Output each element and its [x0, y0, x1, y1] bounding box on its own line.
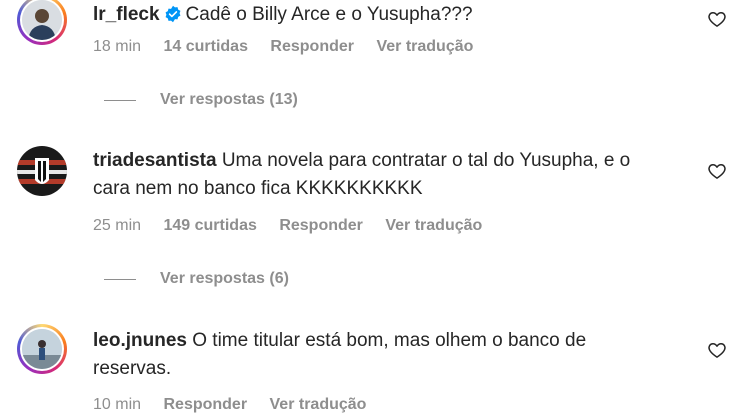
team-crest-icon [17, 146, 67, 196]
avatar[interactable] [17, 324, 67, 374]
replies-divider [104, 99, 136, 101]
likes-count[interactable]: 149 curtidas [163, 217, 256, 234]
user-photo-icon [22, 329, 62, 369]
comment-text: triadesantista Uma novela para contratar… [93, 147, 693, 203]
view-replies-button[interactable]: Ver respostas (6) [104, 270, 289, 288]
comment-body-continued: reservas. [93, 358, 172, 379]
comment-meta: 10 min Responder Ver tradução [93, 396, 384, 414]
reply-button[interactable]: Responder [270, 38, 354, 55]
heart-outline-icon[interactable] [707, 161, 727, 181]
verified-badge-icon [165, 5, 180, 23]
comment-body: Cadê o Billy Arce e o Yusupha??? [185, 4, 473, 25]
username-link[interactable]: lr_fleck [93, 4, 160, 25]
user-photo-icon [22, 0, 62, 40]
comment-time: 25 min [93, 217, 142, 234]
comment-body: O time titular está bom, mas olhem o ban… [192, 330, 587, 351]
comment-body-continued: cara nem no banco fica KKKKKKKKKK [93, 178, 423, 199]
see-translation-button[interactable]: Ver tradução [376, 38, 473, 55]
username-link[interactable]: triadesantista [93, 150, 217, 171]
comment-time: 18 min [93, 38, 142, 55]
comment-meta: 25 min 149 curtidas Responder Ver traduç… [93, 217, 500, 235]
heart-outline-icon[interactable] [707, 9, 727, 29]
username-link[interactable]: leo.jnunes [93, 330, 187, 351]
see-translation-button[interactable]: Ver tradução [270, 396, 367, 413]
comment-meta: 18 min 14 curtidas Responder Ver traduçã… [93, 38, 491, 56]
replies-divider [104, 278, 136, 280]
avatar[interactable] [17, 0, 67, 45]
view-replies-label: Ver respostas (13) [160, 91, 298, 108]
comment-text: leo.jnunes O time titular está bom, mas … [93, 327, 693, 383]
view-replies-label: Ver respostas (6) [160, 270, 289, 287]
comment-time: 10 min [93, 396, 142, 413]
comment-body: Uma novela para contratar o tal do Yusup… [221, 150, 631, 171]
heart-outline-icon[interactable] [707, 340, 727, 360]
likes-count[interactable]: 14 curtidas [163, 38, 247, 55]
avatar[interactable] [17, 146, 67, 196]
reply-button[interactable]: Responder [279, 217, 363, 234]
view-replies-button[interactable]: Ver respostas (13) [104, 91, 298, 109]
reply-button[interactable]: Responder [163, 396, 247, 413]
comment-text: lr_fleck Cadê o Billy Arce e o Yusupha??? [93, 1, 693, 29]
see-translation-button[interactable]: Ver tradução [385, 217, 482, 234]
